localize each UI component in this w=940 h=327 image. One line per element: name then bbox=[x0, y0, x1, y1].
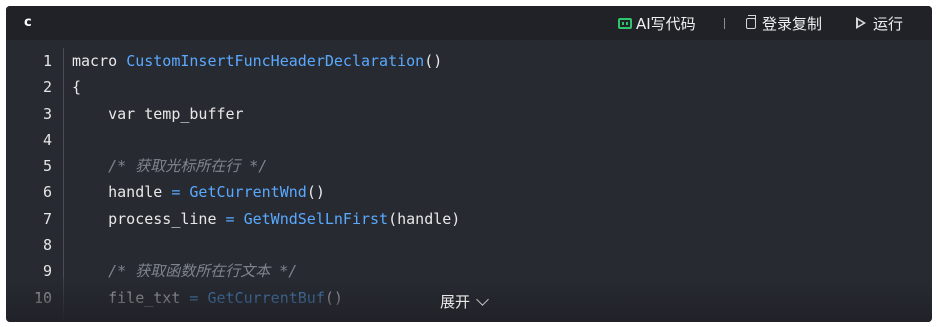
code-token: handle bbox=[72, 183, 172, 202]
code-line: 2{ bbox=[6, 74, 932, 100]
code-line: 1 macro CustomInsertFuncHeaderDeclaration… bbox=[6, 48, 932, 74]
function-token: GetCurrentWnd bbox=[189, 183, 307, 202]
code-line: 6 handle = GetCurrentWnd() bbox=[6, 179, 932, 205]
login-copy-button[interactable]: 登录复制 bbox=[746, 13, 822, 33]
code-text: var temp_buffer bbox=[72, 101, 244, 127]
expand-label: 展开 bbox=[440, 293, 471, 311]
operator-token: = bbox=[225, 209, 235, 228]
line-number: 4 bbox=[42, 130, 52, 149]
run-button[interactable]: 运行 bbox=[856, 13, 903, 33]
code-block: c AI写代码 登录复制 运行 1 macro CustomInsertFuncH… bbox=[6, 6, 932, 322]
comment-token: /* 获取光标所在行 */ bbox=[72, 157, 268, 176]
line-number: 5 bbox=[42, 157, 52, 176]
line-number: 6 bbox=[42, 183, 52, 202]
run-label: 运行 bbox=[873, 14, 904, 33]
code-line: 3 var temp_buffer bbox=[6, 101, 932, 127]
header-divider bbox=[724, 18, 725, 29]
code-token: () bbox=[424, 52, 443, 70]
code-text: { bbox=[72, 74, 81, 100]
line-number: 1 bbox=[42, 52, 52, 70]
function-token: GetWndSelLnFirst bbox=[243, 209, 389, 228]
ai-write-code-button[interactable]: AI写代码 bbox=[618, 13, 696, 33]
line-number: 2 bbox=[42, 78, 52, 97]
code-line: 5 /* 获取光标所在行 */ bbox=[6, 153, 932, 179]
ai-write-code-label: AI写代码 bbox=[636, 14, 696, 33]
code-line: 7 process_line = GetWndSelLnFirst(handle… bbox=[6, 206, 932, 232]
function-token: CustomInsertFuncHeaderDeclaration bbox=[126, 52, 425, 70]
line-number: 8 bbox=[42, 236, 52, 255]
login-copy-label: 登录复制 bbox=[762, 14, 823, 33]
copy-icon bbox=[746, 14, 756, 29]
expand-button[interactable]: 展开 bbox=[440, 291, 489, 312]
code-text: /* 获取光标所在行 */ bbox=[72, 153, 267, 179]
code-text: process_line = GetWndSelLnFirst(handle) bbox=[72, 206, 460, 232]
code-token: var temp_buffer bbox=[72, 104, 244, 123]
code-token: macro bbox=[72, 52, 127, 70]
code-token: (handle) bbox=[388, 209, 461, 228]
chevron-down-icon bbox=[476, 292, 489, 306]
line-number: 7 bbox=[42, 209, 52, 228]
code-line: 4 bbox=[6, 127, 932, 153]
line-number: 3 bbox=[42, 104, 52, 123]
code-token: { bbox=[72, 78, 82, 97]
language-label: c bbox=[24, 15, 32, 30]
code-token: process_line bbox=[72, 209, 226, 228]
code-text: macro CustomInsertFuncHeaderDeclaration(… bbox=[72, 48, 442, 74]
code-text: handle = GetCurrentWnd() bbox=[72, 179, 325, 205]
code-header: c AI写代码 登录复制 运行 bbox=[6, 6, 932, 40]
code-line: 8 bbox=[6, 232, 932, 258]
code-lines: 1 macro CustomInsertFuncHeaderDeclaration… bbox=[6, 48, 932, 311]
robot-icon bbox=[618, 17, 632, 29]
play-icon bbox=[856, 17, 866, 29]
code-token: () bbox=[306, 183, 325, 202]
